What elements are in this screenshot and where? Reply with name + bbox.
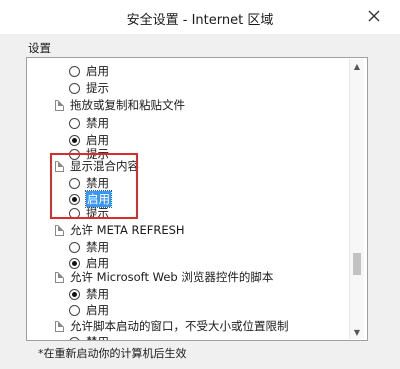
setting-group-header: 允许 META REFRESH bbox=[55, 222, 185, 238]
setting-group-label: 拖放或复制和粘贴文件 bbox=[70, 98, 185, 112]
scroll-up-button[interactable]: ▲ bbox=[350, 59, 364, 73]
window-title: 安全设置 - Internet 区域 bbox=[126, 13, 274, 28]
radio-option[interactable]: 禁用 bbox=[69, 286, 109, 302]
triangle-up-icon: ▲ bbox=[353, 61, 361, 71]
document-icon bbox=[55, 271, 64, 283]
radio-button[interactable] bbox=[69, 304, 80, 316]
document-icon bbox=[55, 224, 64, 236]
radio-option[interactable]: 禁用 bbox=[69, 239, 109, 255]
radio-label: 启用 bbox=[86, 64, 109, 78]
scroll-down-button[interactable]: ▼ bbox=[350, 325, 364, 339]
triangle-down-icon: ▼ bbox=[353, 327, 361, 337]
close-icon bbox=[368, 10, 380, 22]
radio-button[interactable] bbox=[69, 65, 80, 77]
radio-option[interactable]: 禁用 bbox=[69, 334, 109, 340]
setting-group-label: 允许脚本启动的窗口，不受大小或位置限制 bbox=[70, 319, 289, 333]
radio-option[interactable]: 启用 bbox=[69, 302, 109, 318]
radio-label: 禁用 bbox=[86, 334, 109, 340]
radio-button[interactable] bbox=[69, 241, 80, 253]
setting-group-label: 允许 Microsoft Web 浏览器控件的脚本 bbox=[70, 270, 274, 284]
restart-footnote: *在重新启动你的计算机后生效 bbox=[38, 347, 187, 360]
setting-group-label: 允许 META REFRESH bbox=[70, 223, 185, 237]
document-icon bbox=[55, 320, 64, 332]
close-button[interactable] bbox=[362, 5, 386, 27]
radio-button[interactable] bbox=[69, 117, 80, 129]
scrollbar-thumb[interactable] bbox=[353, 253, 361, 275]
radio-button[interactable] bbox=[69, 82, 80, 94]
security-settings-dialog: 安全设置 - Internet 区域 设置 启用 提示 拖放或复制和粘贴文件 禁… bbox=[0, 0, 400, 369]
radio-option[interactable]: 提示 bbox=[69, 80, 109, 96]
setting-group-header: 允许脚本启动的窗口，不受大小或位置限制 bbox=[55, 318, 289, 334]
title-bar: 安全设置 - Internet 区域 bbox=[0, 0, 400, 34]
radio-label: 禁用 bbox=[86, 287, 109, 301]
annotation-highlight-box bbox=[50, 153, 138, 219]
radio-label: 禁用 bbox=[86, 116, 109, 130]
radio-label: 禁用 bbox=[86, 240, 109, 254]
document-icon bbox=[55, 99, 64, 111]
radio-label: 启用 bbox=[86, 303, 109, 317]
vertical-scrollbar[interactable]: ▲ ▼ bbox=[349, 59, 364, 339]
radio-button[interactable] bbox=[69, 257, 80, 269]
radio-option[interactable]: 启用 bbox=[69, 63, 109, 79]
setting-group-header: 拖放或复制和粘贴文件 bbox=[55, 97, 185, 113]
settings-label: 设置 bbox=[28, 41, 51, 55]
radio-option[interactable]: 禁用 bbox=[69, 115, 109, 131]
radio-button[interactable] bbox=[69, 134, 80, 146]
radio-label: 提示 bbox=[86, 81, 109, 95]
radio-button[interactable] bbox=[69, 336, 80, 340]
setting-group-header: 允许 Microsoft Web 浏览器控件的脚本 bbox=[55, 269, 273, 285]
radio-button[interactable] bbox=[69, 288, 80, 300]
